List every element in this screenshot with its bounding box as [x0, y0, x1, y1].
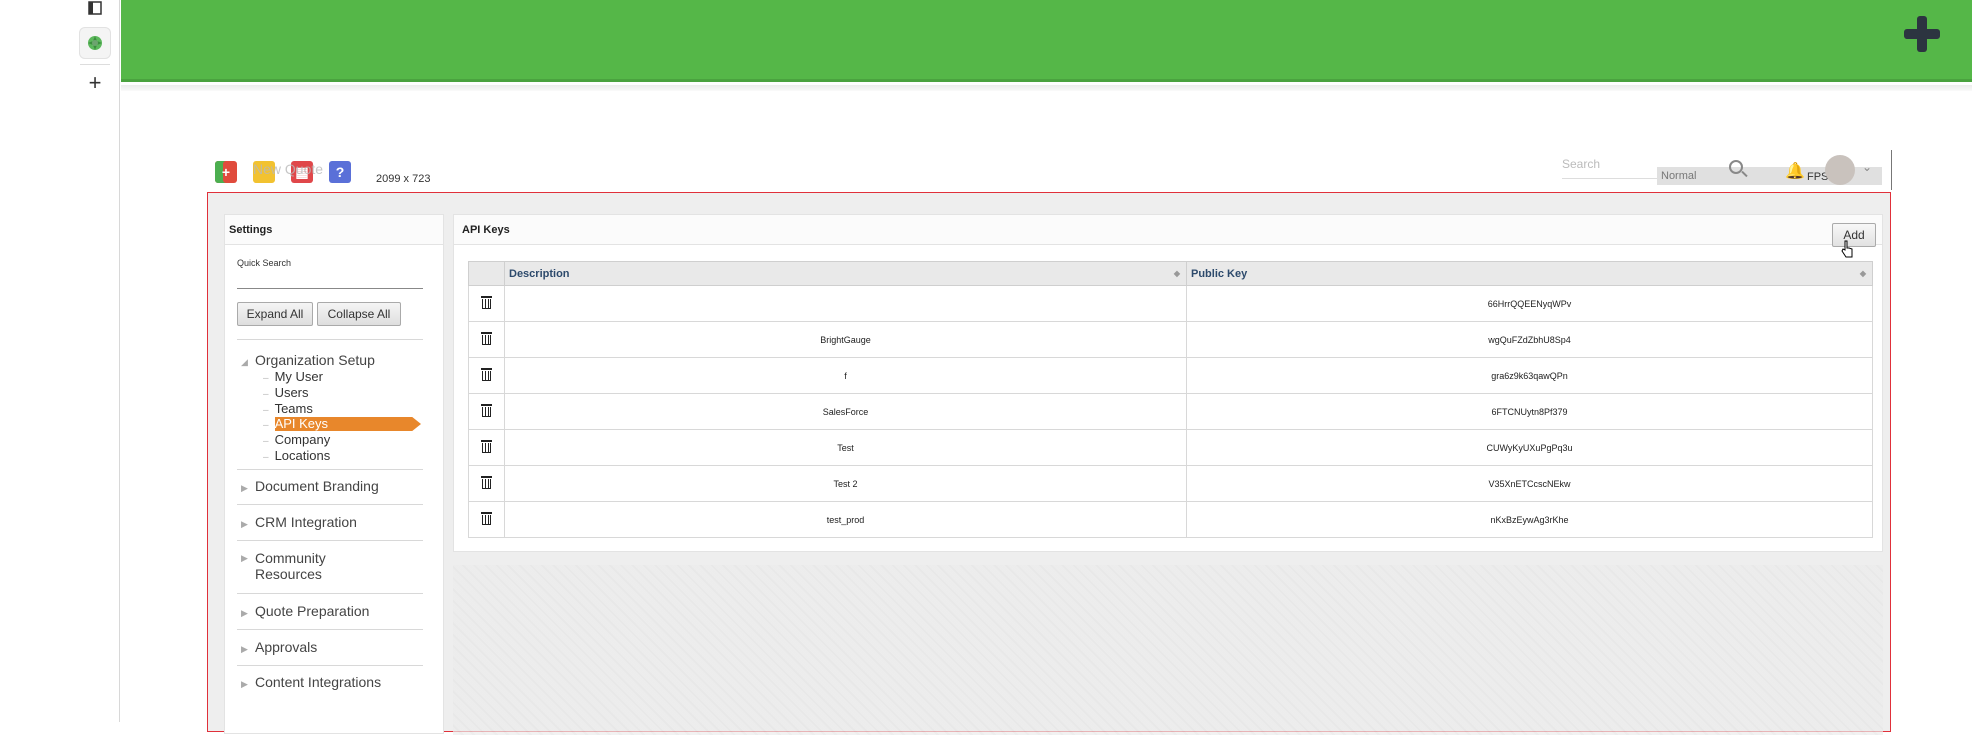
main-frame: Settings Quick Search Expand All Collaps… [207, 192, 1891, 735]
delete-button[interactable] [468, 465, 505, 502]
trash-icon [481, 440, 492, 453]
public-key-cell: wgQuFZdZbhU8Sp4 [1186, 321, 1873, 358]
search-icon[interactable] [1729, 160, 1743, 174]
settings-title: Settings [225, 215, 443, 245]
tree-divider [237, 593, 423, 594]
delete-button[interactable] [468, 393, 505, 430]
caret-right-icon: ▶ [241, 608, 248, 618]
description-cell: Test [504, 429, 1187, 466]
tree-node-document-branding[interactable]: ▶ Document Branding [241, 478, 379, 494]
table-row: f gra6z9k63qawQPn [468, 357, 1873, 394]
trash-icon [481, 476, 492, 489]
description-column-header[interactable]: Description ◆ [504, 261, 1187, 286]
trash-icon [481, 512, 492, 525]
caret-right-icon: ▶ [241, 483, 248, 493]
public-key-cell: 66HrrQQEENyqWPv [1186, 285, 1873, 322]
tree-node-organization-setup[interactable]: ◢ Organization Setup [241, 352, 375, 368]
delete-button[interactable] [468, 429, 505, 466]
table-row: Test 2 V35XnETCcscNEkw [468, 465, 1873, 502]
public-key-cell: 6FTCNUytn8Pf379 [1186, 393, 1873, 430]
avatar[interactable] [1825, 155, 1855, 185]
public-key-column-header[interactable]: Public Key ◆ [1186, 261, 1873, 286]
delete-button[interactable] [468, 285, 505, 322]
sort-icon[interactable]: ◆ [1860, 269, 1866, 278]
new-quote-label[interactable]: New Quote [253, 161, 323, 177]
plus-icon[interactable] [1902, 14, 1942, 54]
tree-node-crm-integration[interactable]: ▶ CRM Integration [241, 514, 357, 530]
caret-right-icon: ▶ [241, 644, 248, 654]
extension-icon[interactable] [79, 27, 111, 59]
public-key-cell: V35XnETCcscNEkw [1186, 465, 1873, 502]
browser-sidebar: + [0, 0, 120, 722]
tree-item-api-keys[interactable]: – API Keys [263, 416, 443, 432]
table-row: Test CUWyKyUXuPgPq3u [468, 429, 1873, 466]
toolbar-divider [1891, 150, 1892, 190]
top-banner [121, 0, 1972, 82]
description-cell [504, 285, 1187, 322]
caret-right-icon: ▶ [241, 519, 248, 529]
description-cell: Test 2 [504, 465, 1187, 502]
public-key-cell: gra6z9k63qawQPn [1186, 357, 1873, 394]
table-row: 66HrrQQEENyqWPv [468, 285, 1873, 322]
sidebar-toggle-icon[interactable] [79, 0, 111, 24]
trash-icon [481, 404, 492, 417]
chevron-down-icon[interactable]: ⌄ [1862, 160, 1872, 174]
new-quote-icon[interactable]: + [215, 161, 237, 183]
api-keys-title: API Keys [454, 215, 1882, 245]
caret-right-icon: ▶ [241, 553, 248, 563]
delete-button[interactable] [468, 357, 505, 394]
actions-column-header [468, 261, 505, 286]
delete-button[interactable] [468, 501, 505, 538]
strip-divider [80, 64, 110, 65]
tree-item-my-user[interactable]: – My User [263, 369, 323, 384]
add-button[interactable]: Add [1832, 223, 1876, 247]
table-row: test_prod nKxBzEywAg3rKhe [468, 501, 1873, 538]
tree-divider [237, 629, 423, 630]
description-cell: f [504, 357, 1187, 394]
tree-divider [237, 469, 423, 470]
quick-search-label: Quick Search [237, 258, 292, 268]
quick-search-input[interactable] [237, 273, 423, 289]
caret-right-icon: ▶ [241, 679, 248, 689]
description-cell: BrightGauge [504, 321, 1187, 358]
tree-item-users[interactable]: – Users [263, 385, 309, 400]
collapse-all-button[interactable]: Collapse All [317, 302, 401, 326]
app-toolbar: + ▦ ? New Quote 2099 x 723 Search Normal… [207, 150, 1892, 191]
banner-shadow [121, 85, 1972, 91]
tree-divider [237, 504, 423, 505]
bell-icon[interactable]: 🔔 [1785, 161, 1805, 181]
tree-divider [237, 339, 423, 340]
api-keys-table: Description ◆ Public Key ◆ 66HrrQQEENyqWPv… [468, 261, 1873, 538]
help-icon[interactable]: ? [329, 161, 351, 183]
tree-node-quote-preparation[interactable]: ▶ Quote Preparation [241, 603, 369, 619]
table-row: BrightGauge wgQuFZdZbhU8Sp4 [468, 321, 1873, 358]
public-key-cell: CUWyKyUXuPgPq3u [1186, 429, 1873, 466]
description-cell: SalesForce [504, 393, 1187, 430]
trash-icon [481, 296, 492, 309]
table-header-row: Description ◆ Public Key ◆ [468, 261, 1873, 286]
public-key-cell: nKxBzEywAg3rKhe [1186, 501, 1873, 538]
trash-icon [481, 332, 492, 345]
trash-icon [481, 368, 492, 381]
background-pattern [453, 565, 1883, 735]
tree-item-company[interactable]: – Company [263, 432, 330, 447]
tree-node-content-integrations[interactable]: ▶ Content Integrations [241, 674, 381, 690]
dimensions-readout: 2099 x 723 [376, 173, 431, 185]
expand-all-button[interactable]: Expand All [237, 302, 313, 326]
caret-down-icon: ◢ [241, 357, 248, 367]
delete-button[interactable] [468, 321, 505, 358]
description-cell: test_prod [504, 501, 1187, 538]
add-panel-icon[interactable]: + [79, 67, 111, 99]
table-row: SalesForce 6FTCNUytn8Pf379 [468, 393, 1873, 430]
tree-divider [237, 540, 423, 541]
tree-item-teams[interactable]: – Teams [263, 401, 313, 416]
tree-divider [237, 665, 423, 666]
tree-item-locations[interactable]: – Locations [263, 448, 330, 463]
tree-node-community-resources[interactable]: ▶ Community Resources [241, 550, 341, 582]
tree-node-approvals[interactable]: ▶ Approvals [241, 639, 317, 655]
api-keys-panel: API Keys Add Description ◆ Public Key ◆ 66… [453, 214, 1883, 552]
sort-icon[interactable]: ◆ [1174, 269, 1180, 278]
hand-cursor-icon [1841, 240, 1853, 258]
settings-panel: Settings Quick Search Expand All Collaps… [224, 214, 444, 734]
